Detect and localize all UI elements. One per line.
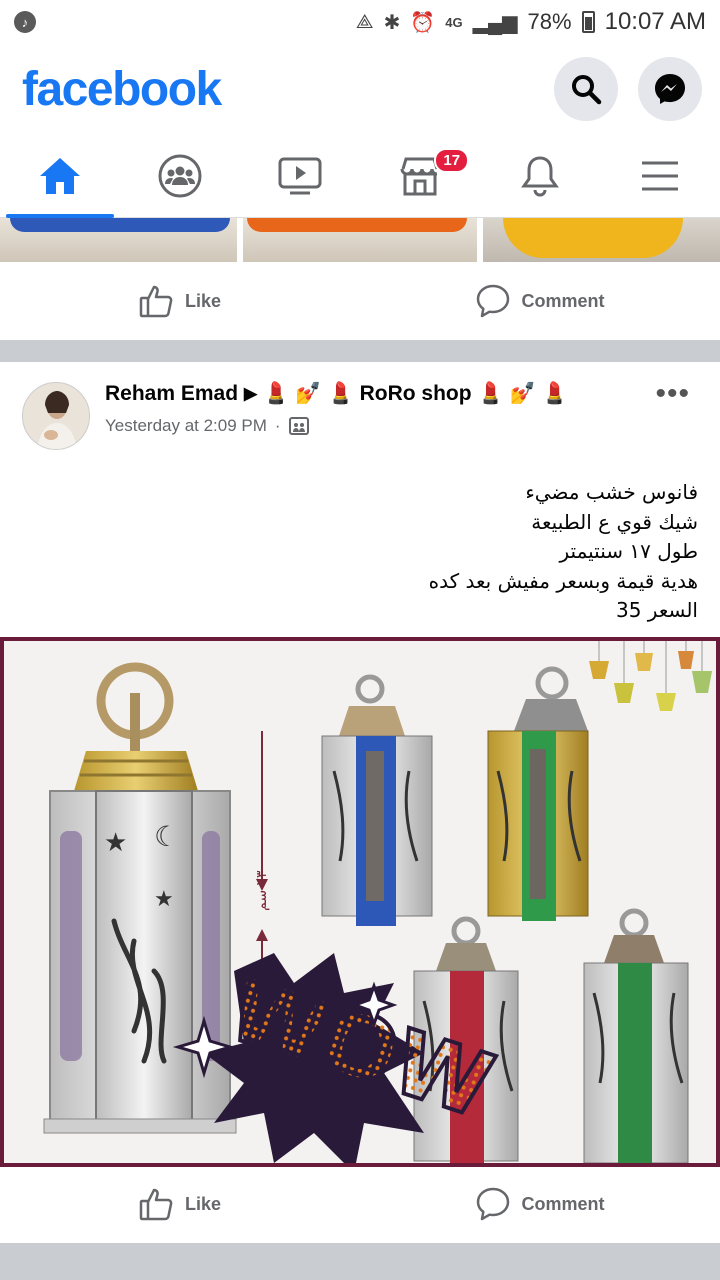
bell-icon xyxy=(521,155,559,197)
size-label: ٢٣ سم xyxy=(254,870,270,911)
post-text-line: شيك قوي ع الطبيعة xyxy=(531,509,698,534)
post-text-line: السعر 35 xyxy=(616,598,698,622)
page-name[interactable]: RoRo shop xyxy=(360,382,472,406)
search-button[interactable] xyxy=(554,57,618,121)
app-header: facebook xyxy=(0,44,720,134)
post-meta: Yesterday at 2:09 PM · xyxy=(105,416,309,436)
arrow-right-icon: ▶ xyxy=(244,384,258,403)
post-actions: Like Comment xyxy=(0,1165,720,1243)
post-text-line: فانوس خشب مضيء xyxy=(525,480,698,504)
previous-post-photo[interactable] xyxy=(483,218,720,262)
music-notification-icon: ♪ xyxy=(14,11,36,33)
clock: 10:07 AM xyxy=(604,8,706,35)
alarm-icon: ⏰ xyxy=(410,11,436,34)
post-text: فانوس خشب مضيء شيك قوي ع الطبيعة طول ١٧ … xyxy=(198,478,698,626)
svg-text:★: ★ xyxy=(154,887,174,912)
post-author-line[interactable]: Reham Emad ▶ 💄 💅 💄 RoRo shop 💄 💅 💄 xyxy=(105,382,568,406)
tab-watch[interactable] xyxy=(240,134,360,217)
post-photo[interactable]: ★ ☾ ★ ٢٣ سم WOW xyxy=(0,637,720,1167)
more-options-icon[interactable]: ••• xyxy=(655,379,690,409)
author-name[interactable]: Reham Emad xyxy=(105,382,238,406)
thumbs-up-icon xyxy=(139,1188,173,1221)
nail-polish-emoji-icon: 💅 xyxy=(509,382,536,405)
lipstick-emoji-icon: 💄 xyxy=(477,382,504,405)
comment-button[interactable]: Comment xyxy=(360,283,720,319)
svg-text:★: ★ xyxy=(104,828,127,858)
tab-home[interactable] xyxy=(0,134,120,218)
tab-marketplace[interactable]: 17 xyxy=(360,134,480,217)
thumbs-up-icon xyxy=(139,285,173,318)
tab-notifications[interactable] xyxy=(480,134,600,217)
comment-label: Comment xyxy=(521,1193,605,1214)
author-avatar[interactable] xyxy=(22,382,90,450)
meta-separator: · xyxy=(274,416,281,435)
home-icon xyxy=(40,157,80,194)
bluetooth-icon: ✱ xyxy=(383,11,401,34)
status-bar: ♪ ⟁ ✱ ⏰ 4G ▂▄▆ 78% 10:07 AM xyxy=(0,0,720,44)
hamburger-menu-icon xyxy=(642,161,678,190)
feed-separator xyxy=(0,340,720,362)
marketplace-badge: 17 xyxy=(434,148,470,173)
like-button[interactable]: Like xyxy=(0,1186,360,1222)
lipstick-emoji-icon: 💄 xyxy=(263,382,290,405)
video-icon xyxy=(278,157,322,194)
previous-post-images[interactable] xyxy=(0,218,720,262)
svg-text:☾: ☾ xyxy=(154,820,179,853)
post-timestamp[interactable]: Yesterday at 2:09 PM xyxy=(105,416,267,436)
lipstick-emoji-icon: 💄 xyxy=(327,382,354,405)
post-text-line: طول ١٧ سنتيمتر xyxy=(559,539,698,563)
signal-icon: ▂▄▆ xyxy=(472,11,518,34)
feed-separator xyxy=(0,1243,720,1280)
groups-icon xyxy=(158,154,202,197)
like-label: Like xyxy=(184,1193,222,1214)
lantern-product-illustration: ★ ☾ ★ ٢٣ سم WOW xyxy=(4,641,716,1163)
like-label: Like xyxy=(184,290,222,311)
previous-post-photo[interactable] xyxy=(243,218,477,262)
battery-icon xyxy=(581,11,595,33)
nail-polish-emoji-icon: 💅 xyxy=(295,382,322,405)
group-audience-icon xyxy=(288,417,309,435)
battery-percent: 78% xyxy=(527,9,572,34)
messenger-icon xyxy=(655,74,685,104)
previous-post-actions: Like Comment xyxy=(0,262,720,340)
data-saver-icon: ⟁ xyxy=(355,10,374,33)
messenger-button[interactable] xyxy=(638,57,702,121)
like-button[interactable]: Like xyxy=(0,283,360,319)
post-header: Reham Emad ▶ 💄 💅 💄 RoRo shop 💄 💅 💄 Yesterday… xyxy=(0,362,720,462)
comment-button[interactable]: Comment xyxy=(360,1186,720,1222)
tab-groups[interactable] xyxy=(120,134,240,217)
lipstick-emoji-icon: 💄 xyxy=(541,382,569,405)
comment-icon xyxy=(477,1187,510,1221)
tab-menu[interactable] xyxy=(600,134,720,217)
previous-post-photo[interactable] xyxy=(0,218,237,262)
main-nav: 17 xyxy=(0,134,720,218)
network-type-label: 4G xyxy=(445,14,463,30)
search-icon xyxy=(572,75,602,105)
comment-icon xyxy=(477,284,510,318)
post-text-line: هدية قيمة وبسعر مفيش بعد كده xyxy=(428,568,698,593)
facebook-logo[interactable]: facebook xyxy=(22,62,222,117)
comment-label: Comment xyxy=(521,290,605,311)
